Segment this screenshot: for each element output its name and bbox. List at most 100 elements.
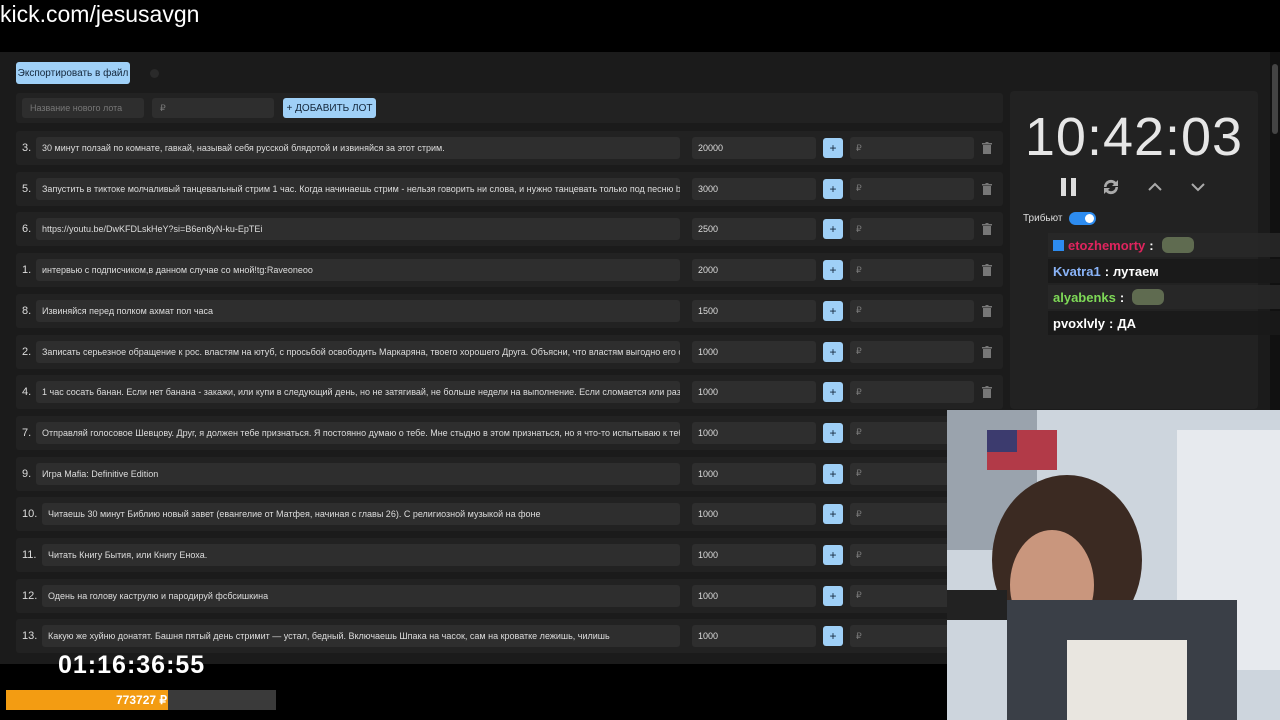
lot-row: 8. Извиняйся перед полком ахмат пол часа 1… — [16, 293, 1003, 328]
lot-row: 9. Игра Mafia: Definitive Edition 1000 + ₽ — [16, 456, 1003, 491]
reset-icon[interactable] — [1100, 176, 1122, 198]
chat-username: Kvatra1 — [1053, 263, 1101, 279]
lot-amount-field[interactable]: 1000 — [692, 544, 816, 566]
lot-row: 4. 1 час сосать банан. Если нет банана - … — [16, 375, 1003, 410]
lot-number: 5. — [22, 182, 32, 195]
chat-username: pvoxlvly — [1053, 315, 1106, 331]
emote-icon — [1132, 289, 1165, 305]
lot-add-button[interactable]: + — [823, 260, 843, 281]
lot-amount-field[interactable]: 1000 — [692, 421, 816, 444]
lot-number: 8. — [22, 304, 32, 317]
chevron-down-icon[interactable] — [1187, 176, 1209, 198]
lot-amount-field[interactable]: 3000 — [692, 177, 816, 200]
webcam-feed — [947, 410, 1280, 720]
lot-name-field[interactable]: интервью с подписчиком,в данном случае с… — [36, 259, 680, 282]
lot-name-field[interactable]: 1 час сосать банан. Если нет банана - за… — [36, 381, 680, 404]
lot-add-amount-input[interactable]: ₽ — [850, 299, 974, 322]
trash-icon[interactable] — [982, 304, 992, 317]
lot-add-button[interactable]: + — [823, 138, 843, 158]
lot-add-button[interactable]: + — [823, 300, 843, 321]
lot-add-button[interactable]: + — [823, 341, 843, 362]
progress-value: 773727 ₽ — [116, 693, 168, 707]
lot-name-field[interactable]: Игра Mafia: Definitive Edition — [36, 462, 680, 485]
lot-name-field[interactable]: Какую же хуйню донатят. Башня пятый день… — [42, 625, 680, 648]
lot-amount-field[interactable]: 1000 — [692, 340, 816, 363]
chat-message: Kvatra1: лутаем — [1048, 259, 1280, 283]
lot-number: 12. — [22, 589, 38, 602]
lot-row: 12. Одень на голову каструлю и пародируй … — [16, 578, 1003, 613]
chat-separator: : — [1109, 315, 1114, 331]
lot-amount-field[interactable]: 1000 — [692, 462, 816, 485]
pause-icon[interactable] — [1058, 176, 1080, 198]
chat-text: ДА — [1117, 315, 1137, 331]
new-lot-name-input[interactable]: Название нового лота — [22, 98, 144, 118]
chevron-up-icon[interactable] — [1144, 176, 1166, 198]
trash-icon[interactable] — [982, 223, 992, 236]
lot-amount-field[interactable]: 1000 — [692, 381, 816, 404]
lot-number: 4. — [22, 386, 32, 399]
chat-message: alyabenks: — [1048, 285, 1280, 309]
chat-separator: : — [1119, 289, 1125, 305]
lot-add-amount-input[interactable]: ₽ — [850, 381, 974, 404]
trash-icon[interactable] — [982, 345, 992, 358]
lot-name-field[interactable]: Записать серьезное обращение к рос. влас… — [36, 340, 680, 363]
lot-amount-field[interactable]: 2500 — [692, 218, 816, 241]
lot-number: 10. — [22, 508, 38, 521]
new-lot-amount-input[interactable]: ₽ — [152, 98, 274, 118]
emote-icon — [1161, 237, 1194, 253]
lot-name-field[interactable]: https://youtu.be/DwKFDLskHeY?si=B6en8yN-… — [36, 218, 680, 241]
lot-amount-field[interactable]: 1000 — [692, 503, 816, 526]
lot-add-button[interactable]: + — [823, 585, 843, 606]
trash-icon[interactable] — [982, 182, 992, 195]
lot-add-button[interactable]: + — [823, 545, 843, 565]
lot-row: 3. 30 минут ползай по комнате, гавкай, на… — [16, 131, 1003, 165]
lot-name-field[interactable]: Читать Книгу Бытия, или Книгу Еноха. — [42, 544, 680, 566]
chat-message: pvoxlvly: ДА — [1048, 311, 1280, 335]
lot-add-amount-input[interactable]: ₽ — [850, 259, 974, 282]
lot-number: 7. — [22, 426, 32, 439]
tribute-toggle[interactable] — [1069, 212, 1096, 225]
lot-add-amount-input[interactable]: ₽ — [850, 177, 974, 200]
scrollbar[interactable] — [1270, 52, 1280, 412]
lot-add-button[interactable]: + — [823, 219, 843, 240]
lot-name-field[interactable]: Извиняйся перед полком ахмат пол часа — [36, 299, 680, 322]
lot-number: 9. — [22, 467, 32, 480]
lot-amount-field[interactable]: 2000 — [692, 259, 816, 282]
trash-icon[interactable] — [982, 142, 992, 154]
add-lot-button[interactable]: + ДОБАВИТЬ ЛОТ — [283, 98, 376, 118]
tribute-label: Трибьют — [1023, 213, 1063, 224]
lot-name-field[interactable]: Читаешь 30 минут Библию новый завет (ева… — [42, 503, 680, 526]
chat-username: alyabenks — [1053, 289, 1116, 305]
lot-row: 7. Отправляй голосовое Шевцову. Друг, я д… — [16, 415, 1003, 450]
lot-amount-field[interactable]: 1000 — [692, 584, 816, 607]
lot-add-amount-input[interactable]: ₽ — [850, 340, 974, 363]
lot-add-button[interactable]: + — [823, 178, 843, 199]
kick-icon — [1053, 239, 1064, 251]
browser-url[interactable]: kick.com/jesusavgn — [0, 0, 199, 28]
trash-icon[interactable] — [982, 386, 992, 399]
lot-amount-field[interactable]: 1000 — [692, 625, 816, 648]
trash-icon[interactable] — [982, 264, 992, 277]
lot-name-field[interactable]: Запустить в тиктоке молчаливый танцеваль… — [36, 177, 680, 200]
lot-number: 1. — [22, 264, 32, 277]
lot-amount-field[interactable]: 20000 — [692, 137, 816, 159]
lot-add-button[interactable]: + — [823, 422, 843, 443]
lot-add-amount-input[interactable]: ₽ — [850, 218, 974, 241]
export-button[interactable]: Экспортировать в файл — [16, 62, 130, 84]
lot-amount-field[interactable]: 1500 — [692, 299, 816, 322]
auction-clock: 10:42:03 — [1024, 107, 1244, 167]
lot-name-field[interactable]: Отправляй голосовое Шевцову. Друг, я дол… — [36, 421, 680, 444]
lot-add-amount-input[interactable]: ₽ — [850, 137, 974, 159]
chat-separator: : — [1149, 237, 1154, 253]
lot-add-button[interactable]: + — [823, 463, 843, 484]
lot-add-button[interactable]: + — [823, 626, 843, 647]
lot-number: 3. — [22, 142, 32, 154]
lot-name-field[interactable]: Одень на голову каструлю и пародируй фсб… — [42, 584, 680, 607]
chat-separator: : — [1104, 263, 1110, 279]
lot-name-field[interactable]: 30 минут ползай по комнате, гавкай, назы… — [36, 137, 680, 159]
lot-number: 6. — [22, 223, 32, 236]
lot-add-button[interactable]: + — [823, 504, 843, 525]
chat-message: etozhemorty: — [1048, 233, 1280, 257]
lot-add-button[interactable]: + — [823, 382, 843, 403]
status-dot — [150, 69, 159, 78]
